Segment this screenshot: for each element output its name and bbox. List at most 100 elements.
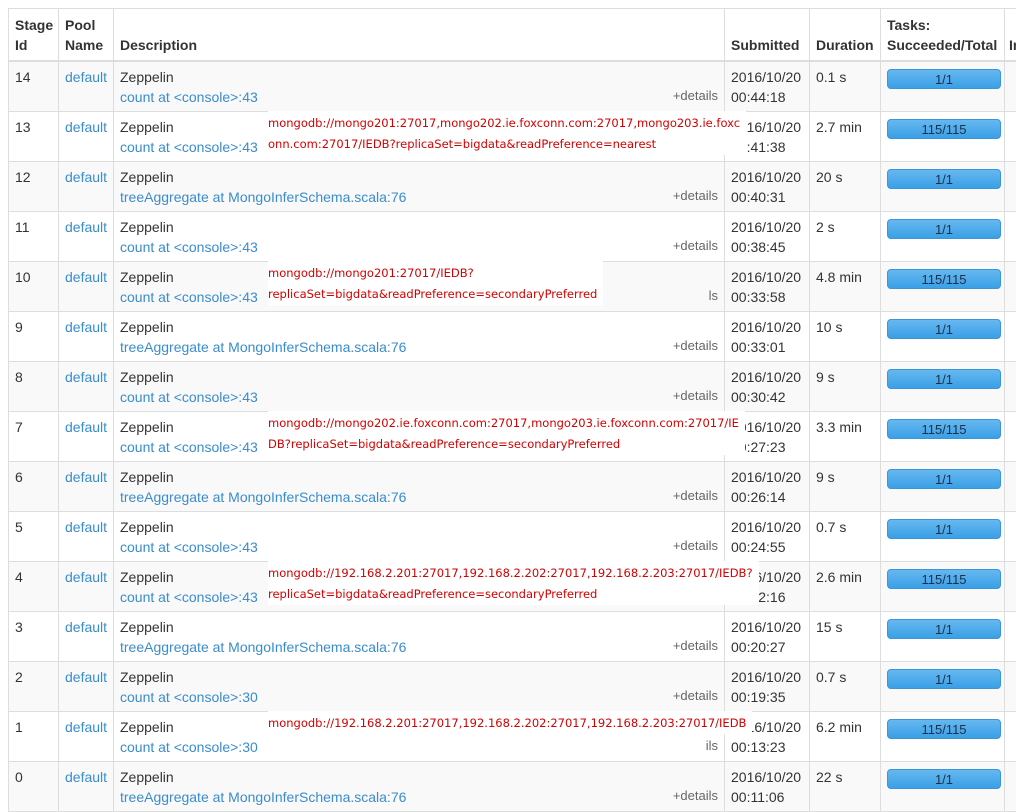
pool-link[interactable]: default <box>65 119 107 135</box>
tasks-progress-bar: 1/1 <box>887 369 1001 389</box>
pool-name-link[interactable]: default <box>59 512 114 562</box>
details-toggle[interactable]: +details <box>673 686 718 706</box>
pool-name-link[interactable]: default <box>59 61 114 112</box>
pool-name-link[interactable]: default <box>59 112 114 162</box>
description-cell: Zeppelin count at <console>:43 +details <box>114 362 725 412</box>
pool-link[interactable]: default <box>65 419 107 435</box>
stage-description-link[interactable]: count at <console>:30 <box>120 689 258 705</box>
details-toggle[interactable]: +details <box>673 336 718 356</box>
pool-name-link[interactable]: default <box>59 312 114 362</box>
job-group-label: Zeppelin <box>120 367 718 387</box>
header-tasks[interactable]: Tasks: Succeeded/Total <box>881 9 1005 62</box>
pool-link[interactable]: default <box>65 619 107 635</box>
pool-link[interactable]: default <box>65 669 107 685</box>
submitted-date: 2016/10/20 <box>731 217 803 237</box>
details-toggle[interactable]: +details <box>673 536 718 556</box>
pool-name-link[interactable]: default <box>59 362 114 412</box>
header-duration[interactable]: Duration <box>810 9 881 62</box>
header-description[interactable]: Description <box>114 9 725 62</box>
submitted-cell: 2016/10/2000:33:58 <box>725 262 810 312</box>
stage-description-link[interactable]: count at <console>:43 <box>120 539 258 555</box>
stage-description-link[interactable]: count at <console>:43 <box>120 289 258 305</box>
table-row: 8defaultZeppelincount at <console>:43+de… <box>9 362 1016 412</box>
header-input[interactable]: In <box>1005 9 1016 62</box>
pool-link[interactable]: default <box>65 169 107 185</box>
details-toggle[interactable]: +details <box>673 386 718 406</box>
details-toggle[interactable]: +details <box>673 186 718 206</box>
pool-name-link[interactable]: default <box>59 212 114 262</box>
submitted-date: 2016/10/20 <box>731 267 803 287</box>
pool-link[interactable]: default <box>65 269 107 285</box>
submitted-time: 00:30:42 <box>731 387 803 407</box>
tasks-cell: 1/1 <box>881 662 1005 712</box>
details-toggle[interactable]: +details <box>673 786 718 806</box>
stage-id-cell: 14 <box>9 61 59 112</box>
pool-name-link[interactable]: default <box>59 612 114 662</box>
tasks-cell: 1/1 <box>881 762 1005 812</box>
table-row: 14defaultZeppelincount at <console>:43+d… <box>9 61 1016 112</box>
header-submitted[interactable]: Submitted <box>725 9 810 62</box>
details-toggle[interactable]: ils <box>706 736 718 756</box>
details-toggle[interactable]: +details <box>673 636 718 656</box>
stage-description-link[interactable]: count at <console>:30 <box>120 739 258 755</box>
pool-name-link[interactable]: default <box>59 462 114 512</box>
details-toggle[interactable]: +details <box>673 486 718 506</box>
description-cell: ZeppelintreeAggregate at MongoInferSchem… <box>114 312 725 362</box>
stage-description-link[interactable]: treeAggregate at MongoInferSchema.scala:… <box>120 189 406 205</box>
pool-name-link[interactable]: default <box>59 662 114 712</box>
stage-description-link[interactable]: treeAggregate at MongoInferSchema.scala:… <box>120 789 406 805</box>
submitted-time: 00:33:58 <box>731 287 803 307</box>
pool-name-link[interactable]: default <box>59 162 114 212</box>
submitted-cell: 2016/10/2000:33:01 <box>725 312 810 362</box>
submitted-time: 00:11:06 <box>731 787 803 807</box>
submitted-time: 00:26:14 <box>731 487 803 507</box>
description-cell: Zeppelincount at <console>:43lsmongodb:/… <box>114 412 725 462</box>
pool-link[interactable]: default <box>65 319 107 335</box>
pool-name-link[interactable]: default <box>59 262 114 312</box>
submitted-cell: 2016/10/2000:20:27 <box>725 612 810 662</box>
pool-link[interactable]: default <box>65 69 107 85</box>
stage-description-link[interactable]: count at <console>:43 <box>120 589 258 605</box>
stage-description-link[interactable]: treeAggregate at MongoInferSchema.scala:… <box>120 639 406 655</box>
stage-description-link[interactable]: count at <console>:43 <box>120 439 258 455</box>
tasks-cell: 1/1 <box>881 612 1005 662</box>
tasks-progress-bar: 1/1 <box>887 469 1001 489</box>
details-toggle[interactable]: ls <box>709 286 718 306</box>
pool-name-link[interactable]: default <box>59 412 114 462</box>
pool-link[interactable]: default <box>65 569 107 585</box>
details-toggle[interactable]: +details <box>673 86 718 106</box>
pool-link[interactable]: default <box>65 369 107 385</box>
stage-description-link[interactable]: treeAggregate at MongoInferSchema.scala:… <box>120 489 406 505</box>
stage-description-link[interactable]: count at <console>:43 <box>120 89 258 105</box>
stage-id-cell: 11 <box>9 212 59 262</box>
duration-cell: 2 s <box>810 212 881 262</box>
pool-link[interactable]: default <box>65 769 107 785</box>
stage-id-cell: 7 <box>9 412 59 462</box>
pool-link[interactable]: default <box>65 469 107 485</box>
stage-description-link[interactable]: count at <console>:43 <box>120 139 258 155</box>
table-row: 3defaultZeppelintreeAggregate at MongoIn… <box>9 612 1016 662</box>
header-pool-name[interactable]: Pool Name <box>59 9 114 62</box>
description-cell: Zeppelincount at <console>:43lsmongodb:/… <box>114 262 725 312</box>
pool-link[interactable]: default <box>65 219 107 235</box>
pool-link[interactable]: default <box>65 719 107 735</box>
tasks-cell: 1/1 <box>881 61 1005 112</box>
stage-description-link[interactable]: treeAggregate at MongoInferSchema.scala:… <box>120 339 406 355</box>
duration-cell: 0.7 s <box>810 662 881 712</box>
stage-description-link[interactable]: count at <console>:43 <box>120 239 258 255</box>
description-cell: Zeppelincount at <console>:43ilsmongodb:… <box>114 562 725 612</box>
pool-name-link[interactable]: default <box>59 762 114 812</box>
header-stage-id[interactable]: Stage Id <box>9 9 59 62</box>
pool-name-link[interactable]: default <box>59 562 114 612</box>
table-row: 13defaultZeppelincount at <console>:43il… <box>9 112 1016 162</box>
pool-link[interactable]: default <box>65 519 107 535</box>
stage-id-cell: 6 <box>9 462 59 512</box>
connection-string-annotation: mongodb://192.168.2.201:27017,192.168.2.… <box>268 711 752 734</box>
stage-id-cell: 12 <box>9 162 59 212</box>
details-toggle[interactable]: +details <box>673 236 718 256</box>
stage-description-link[interactable]: count at <console>:43 <box>120 389 258 405</box>
pool-name-link[interactable]: default <box>59 712 114 762</box>
stages-table: Stage Id Pool Name Description Submitted… <box>8 8 1016 812</box>
next-column-cell <box>1005 512 1016 562</box>
submitted-date: 2016/10/20 <box>731 67 803 87</box>
